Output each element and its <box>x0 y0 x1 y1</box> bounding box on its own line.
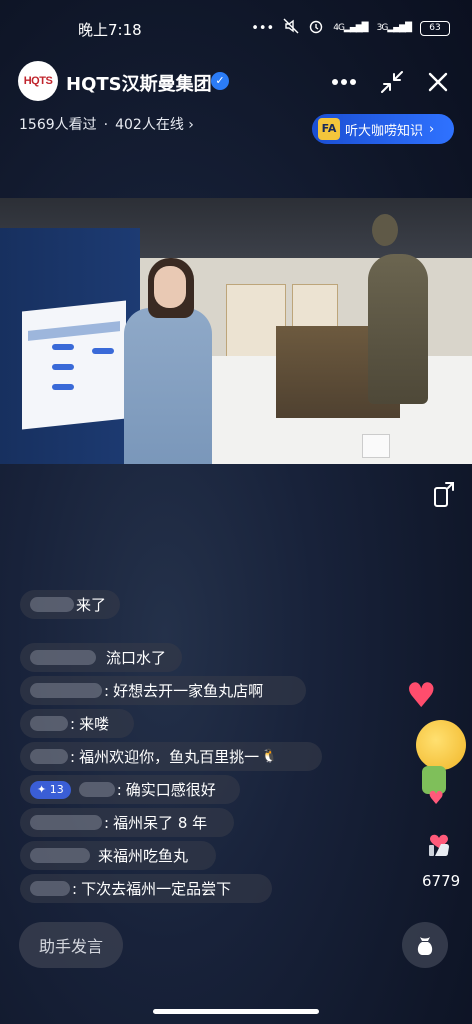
battery-indicator: 63 <box>420 20 450 36</box>
heart-icon: ♥ <box>406 676 437 716</box>
net2-label: 3G <box>376 23 389 33</box>
video-panel-item <box>52 344 74 350</box>
video-panel-item <box>52 384 74 390</box>
promo-label: 听大咖唠知识 <box>345 123 424 139</box>
chat-message: : 下次去福州一定品尝下 <box>20 874 272 903</box>
home-indicator[interactable] <box>153 1009 319 1014</box>
chat-text: 好想去开一家鱼丸店啊 <box>113 682 264 700</box>
video-panel-item <box>52 364 74 370</box>
chat-colon: : <box>70 714 76 733</box>
rotate-screen-button[interactable] <box>432 480 458 508</box>
chat-text: 下次去福州一定品尝下 <box>81 880 232 898</box>
viewers-total: 1569人看过 <box>19 117 97 133</box>
channel-name[interactable]: HQTS汉斯曼集团 <box>66 70 212 96</box>
chat-message: : 福州呆了 8 年 <box>20 808 234 837</box>
minimize-button[interactable] <box>376 66 408 98</box>
user-name-blurred <box>30 716 68 731</box>
user-name-blurred <box>30 848 90 863</box>
chat-message: : 好想去开一家鱼丸店啊 <box>20 676 306 705</box>
user-name-blurred <box>78 782 115 797</box>
chat-text: 福州呆了 8 年 <box>113 814 208 832</box>
like-count: 6779 <box>422 872 461 890</box>
small-heart-icon: ♥ <box>428 788 445 809</box>
status-bar: 晚上7:18 ••• 4G▂▄▆█ 3G▂▄▆█ 63 <box>0 0 472 56</box>
signal-4g-icon: 4G▂▄▆█ <box>333 23 368 33</box>
chat-message: : 来喽 <box>20 709 134 738</box>
chat-text: 福州欢迎你，鱼丸百里挑一 <box>79 748 260 766</box>
more-button[interactable] <box>328 66 360 98</box>
promo-banner[interactable]: FA 听大咖唠知识 › <box>312 114 454 144</box>
user-name-blurred <box>30 650 96 665</box>
chat-colon: : <box>116 780 122 799</box>
video-statue-head <box>372 214 398 246</box>
chat-text: 流口水了 <box>106 649 167 667</box>
promo-chevron-icon: › <box>429 121 435 137</box>
user-name-blurred <box>30 683 102 698</box>
video-wall-socket <box>362 434 390 458</box>
close-icon <box>428 72 448 92</box>
likes-panel: ♥ ♥ 6779 <box>402 676 466 890</box>
video-statue <box>368 254 428 404</box>
gift-button[interactable] <box>402 922 448 968</box>
signal-3g-icon: 3G▂▄▆█ <box>376 23 412 33</box>
avatar-logo-text: HQTS <box>23 75 53 87</box>
video-host-face <box>154 266 186 308</box>
assistant-comment-button[interactable]: 助手发言 <box>19 922 123 968</box>
chat-colon: : <box>72 879 78 898</box>
status-icons: ••• 4G▂▄▆█ 3G▂▄▆█ 63 <box>251 18 450 38</box>
online-count: 402人在线 <box>115 117 184 133</box>
mute-icon <box>283 18 299 38</box>
gift-bag-icon <box>417 937 433 955</box>
penguin-emoji-icon: 🐧 <box>261 749 278 764</box>
user-name-blurred <box>30 815 102 830</box>
smile-emoji-icon <box>416 720 466 770</box>
chat-text: 来了 <box>76 596 107 614</box>
fan-level-badge: ✦ 13 <box>30 780 71 799</box>
chat-text: 确实口感很好 <box>125 781 216 799</box>
chat-colon: : <box>70 747 76 766</box>
video-host-body <box>124 308 212 464</box>
video-panel-item <box>92 348 114 354</box>
chat-message: 来福州吃鱼丸 <box>20 841 216 870</box>
fan-level-number: 13 <box>49 782 64 796</box>
stats-chevron-icon: › <box>188 117 194 133</box>
chat-message: ✦ 13 : 确实口感很好 <box>20 775 240 804</box>
video-exhibit-panel <box>22 300 126 430</box>
user-name-blurred <box>30 749 68 764</box>
channel-avatar[interactable]: HQTS <box>18 61 58 101</box>
live-video[interactable] <box>0 198 472 464</box>
user-name-blurred <box>30 597 74 612</box>
chat-message: 来了 <box>20 590 120 619</box>
verified-badge-icon: ✓ <box>211 72 229 90</box>
net1-label: 4G <box>333 23 345 33</box>
stats-separator: · <box>103 117 109 133</box>
chat-message: 流口水了 <box>20 643 182 672</box>
promo-logo-icon: FA <box>318 118 340 140</box>
chat-text: 来喽 <box>79 715 110 733</box>
rotate-icon <box>434 482 454 507</box>
chat-colon: : <box>104 813 110 832</box>
like-button[interactable] <box>426 828 452 858</box>
chat-message: : 福州欢迎你，鱼丸百里挑一 🐧 <box>20 742 322 771</box>
status-time: 晚上7:18 <box>78 21 142 39</box>
chat-colon: : <box>104 681 110 700</box>
user-name-blurred <box>30 881 70 896</box>
chat-text: 来福州吃鱼丸 <box>98 847 189 865</box>
close-button[interactable] <box>422 66 454 98</box>
viewer-stats[interactable]: 1569人看过 · 402人在线 › <box>19 114 194 134</box>
more-dots-icon: ••• <box>251 20 275 36</box>
thumb-like-icon <box>429 834 449 856</box>
collapse-icon <box>381 71 403 93</box>
alarm-icon <box>308 18 324 38</box>
more-dots-icon <box>332 79 356 85</box>
live-header: HQTS HQTS汉斯曼集团 ✓ <box>0 60 472 104</box>
